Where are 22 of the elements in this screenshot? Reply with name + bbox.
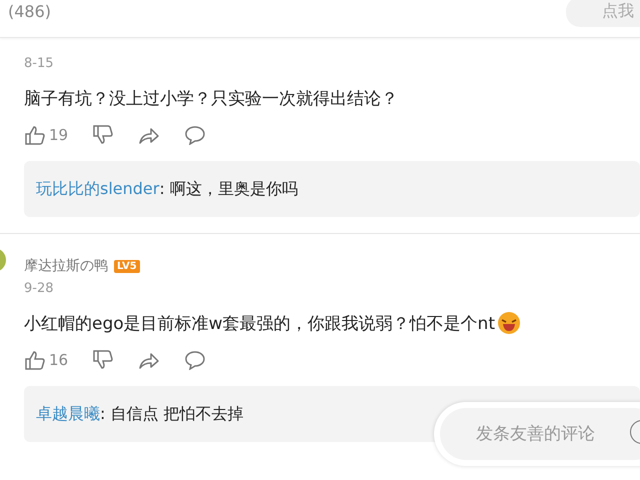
reply-text: : 自信点 把怕不去掉 — [100, 404, 244, 424]
comment-text: 小红帽的ego是目前标准w套最强的，你跟我说弱？怕不是个nt — [24, 312, 495, 334]
reply-username[interactable]: 卓越晨曦 — [36, 404, 100, 424]
thumbs-down-icon[interactable] — [92, 125, 114, 145]
thumbs-up-icon[interactable] — [24, 350, 46, 370]
comment-date: 8-15 — [24, 56, 55, 71]
reply-text: : 啊这，里奥是你吗 — [159, 178, 298, 200]
comment-bubble-icon[interactable] — [184, 125, 206, 145]
thumbs-up-icon[interactable] — [24, 125, 46, 145]
like-count: 19 — [49, 126, 68, 144]
comment-count: (486) — [7, 2, 52, 21]
level-badge: LV5 — [114, 260, 140, 272]
comment-text: 脑子有坑？没上过小学？只实验一次就得出结论？ — [24, 88, 398, 110]
reply-box[interactable]: 玩比比的slender: 啊这，里奥是你吗 — [24, 161, 640, 217]
comment-bubble-icon[interactable] — [184, 350, 206, 370]
username[interactable]: 摩达拉斯の鸭 — [24, 257, 108, 275]
comment-date: 9-28 — [24, 281, 55, 296]
reply-username[interactable]: 玩比比的slender — [36, 178, 160, 200]
like-count: 16 — [49, 351, 68, 369]
laughing-emoji-icon — [497, 311, 521, 335]
thumbs-down-icon[interactable] — [92, 350, 114, 370]
comment-input-field[interactable]: 发条友善的评论 — [440, 408, 640, 460]
